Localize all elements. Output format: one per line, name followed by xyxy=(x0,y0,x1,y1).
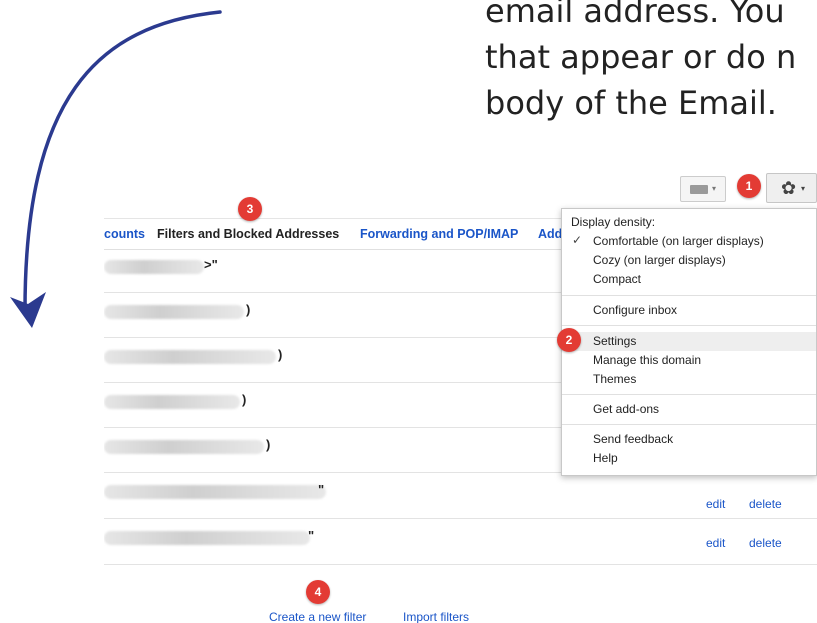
caption-line: that appear or do n xyxy=(485,38,797,76)
delete-filter-link[interactable]: delete xyxy=(749,497,782,511)
step-badge-1: 1 xyxy=(737,174,761,198)
input-tools-button[interactable]: ▾ xyxy=(680,176,726,202)
density-compact[interactable]: Compact xyxy=(593,272,641,286)
caption-line: email address. You xyxy=(485,0,785,30)
redacted-text xyxy=(104,305,244,319)
settings-item-label: Settings xyxy=(593,334,637,348)
manage-domain-item[interactable]: Manage this domain xyxy=(593,353,701,367)
redacted-text xyxy=(104,531,310,545)
gear-icon: ✿ xyxy=(781,178,797,198)
settings-dropdown-menu: Display density: ✓ Comfortable (on large… xyxy=(561,208,817,476)
tab-addons[interactable]: Add xyxy=(538,227,562,241)
get-addons-item[interactable]: Get add-ons xyxy=(593,402,659,416)
menu-divider xyxy=(562,424,816,425)
redacted-text xyxy=(104,440,264,454)
filter-criteria-end: ) xyxy=(278,347,283,362)
menu-divider xyxy=(562,295,816,296)
density-cozy[interactable]: Cozy (on larger displays) xyxy=(593,253,726,267)
themes-item[interactable]: Themes xyxy=(593,372,636,386)
edit-filter-link[interactable]: edit xyxy=(706,497,725,511)
filter-criteria-end: ) xyxy=(266,437,271,452)
tab-filters-blocked[interactable]: Filters and Blocked Addresses xyxy=(157,227,339,241)
checkmark-icon: ✓ xyxy=(572,233,583,247)
filter-criteria-end: >" xyxy=(204,257,218,272)
help-item[interactable]: Help xyxy=(593,451,618,465)
settings-item[interactable]: Settings xyxy=(562,332,816,351)
step-badge-2: 2 xyxy=(557,328,581,352)
caption-line: body of the Email. xyxy=(485,84,777,122)
import-filters-link[interactable]: Import filters xyxy=(403,610,469,623)
tab-accounts[interactable]: counts xyxy=(104,227,145,241)
send-feedback-item[interactable]: Send feedback xyxy=(593,432,673,446)
step-badge-3: 3 xyxy=(238,197,262,221)
delete-filter-link[interactable]: delete xyxy=(749,536,782,550)
create-filter-link[interactable]: Create a new filter xyxy=(269,610,366,623)
tab-forwarding-pop-imap[interactable]: Forwarding and POP/IMAP xyxy=(360,227,518,241)
density-comfortable[interactable]: Comfortable (on larger displays) xyxy=(593,234,764,248)
instruction-caption: email address. You that appear or do n b… xyxy=(485,0,817,126)
keyboard-icon xyxy=(690,185,708,194)
redacted-text xyxy=(104,350,276,364)
filter-criteria-end: " xyxy=(308,528,315,543)
filter-row: " edit delete xyxy=(104,519,817,565)
filter-criteria-end: ) xyxy=(246,302,251,317)
filter-criteria-end: ) xyxy=(242,392,247,407)
edit-filter-link[interactable]: edit xyxy=(706,536,725,550)
settings-gear-button[interactable]: ✿ ▾ xyxy=(766,173,817,203)
menu-divider xyxy=(562,394,816,395)
menu-divider xyxy=(562,325,816,326)
redacted-text xyxy=(104,260,204,274)
redacted-text xyxy=(104,395,240,409)
filter-criteria-end: " xyxy=(318,482,325,497)
redacted-text xyxy=(104,485,326,499)
step-badge-4: 4 xyxy=(306,580,330,604)
chevron-down-icon: ▾ xyxy=(801,184,806,193)
chevron-down-icon: ▾ xyxy=(712,184,717,193)
filter-row: " edit delete xyxy=(104,473,817,519)
toolbar: ▾ ✿ ▾ xyxy=(104,168,817,212)
configure-inbox-item[interactable]: Configure inbox xyxy=(593,303,677,317)
display-density-label: Display density: xyxy=(571,215,656,229)
